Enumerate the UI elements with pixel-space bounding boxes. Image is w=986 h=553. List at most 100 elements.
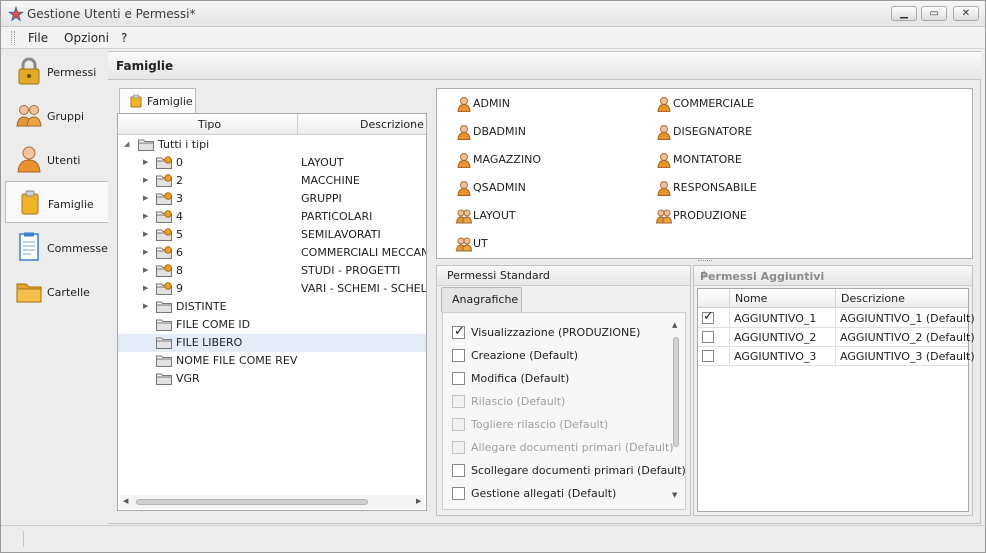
tree-descrizione: PARTICOLARI: [301, 210, 373, 223]
check-icon: ✓: [703, 309, 714, 324]
expand-icon[interactable]: ▶: [143, 158, 148, 166]
expand-icon[interactable]: ▶: [143, 176, 148, 184]
expand-icon[interactable]: ▶: [143, 284, 148, 292]
tree-row[interactable]: ▶ 8 STUDI - PROGETTI: [118, 262, 426, 280]
scroll-thumb[interactable]: [673, 337, 679, 447]
tree-row[interactable]: ▶ DISTINTE: [118, 298, 426, 316]
tree-row[interactable]: ▶ 9 VARI - SCHEMI - SCHELETRI: [118, 280, 426, 298]
scroll-thumb[interactable]: [136, 499, 368, 505]
tree-row[interactable]: ▶ 0 LAYOUT: [118, 154, 426, 172]
checkbox[interactable]: [702, 350, 714, 362]
descrizione-cell: AGGIUNTIVO_3 (Default): [836, 347, 975, 366]
table-row[interactable]: AGGIUNTIVO_3 AGGIUNTIVO_3 (Default): [698, 347, 975, 366]
menu-file[interactable]: File: [28, 31, 48, 45]
family-folder-icon: [156, 264, 172, 277]
checkbox[interactable]: [452, 349, 465, 362]
close-button[interactable]: ✕: [953, 6, 979, 21]
permission-label: Modifica (Default): [471, 372, 570, 385]
checkbox[interactable]: [702, 331, 714, 343]
tree-row[interactable]: ▶ 3 GRUPPI: [118, 190, 426, 208]
user-label: QSADMIN: [473, 181, 526, 194]
menu-grip[interactable]: [11, 31, 15, 45]
check-cell[interactable]: ✓: [698, 309, 730, 328]
column-header-nome[interactable]: Nome: [730, 289, 836, 308]
expand-icon[interactable]: ▶: [143, 212, 148, 220]
nav-item-gruppi[interactable]: Gruppi: [5, 94, 108, 136]
tab-famiglie[interactable]: Famiglie: [119, 88, 196, 114]
horizontal-scrollbar[interactable]: ◀ ▶: [120, 495, 424, 509]
expand-icon[interactable]: ▶: [143, 302, 148, 310]
checkbox: [452, 441, 465, 454]
expand-icon[interactable]: ▶: [143, 248, 148, 256]
tree-tipo: FILE COME ID: [176, 318, 251, 331]
scroll-up-icon[interactable]: ▲: [672, 321, 677, 329]
expand-icon[interactable]: ▶: [143, 230, 148, 238]
user-label: PRODUZIONE: [673, 209, 747, 222]
tree-tipo: 2: [176, 174, 183, 187]
vertical-scrollbar[interactable]: ▲ ▼: [670, 321, 682, 501]
folder-icon: [16, 283, 42, 303]
column-header-tipo[interactable]: Tipo: [118, 114, 298, 135]
checkbox[interactable]: [452, 464, 465, 477]
checkbox[interactable]: [452, 372, 465, 385]
table-row[interactable]: AGGIUNTIVO_2 AGGIUNTIVO_2 (Default): [698, 328, 975, 347]
tree-row[interactable]: ▶ 4 PARTICOLARI: [118, 208, 426, 226]
nav-item-permessi[interactable]: Permessi: [5, 50, 108, 92]
family-folder-icon: [156, 192, 172, 205]
pin-icon[interactable]: ⊥: [700, 270, 708, 280]
scroll-down-icon[interactable]: ▼: [672, 491, 677, 499]
tab-anagrafiche[interactable]: Anagrafiche: [441, 287, 522, 312]
group-icon: [456, 237, 472, 252]
checkbox[interactable]: [452, 487, 465, 500]
permission-label: Scollegare documenti primari (Default): [471, 464, 686, 477]
group-icon: [456, 209, 472, 224]
expanded-icon[interactable]: ◢: [124, 140, 129, 148]
cell-text: AGGIUNTIVO_2: [734, 331, 817, 344]
nav-item-commesse[interactable]: Commesse: [5, 226, 108, 268]
tree-row[interactable]: NOME FILE COME REV: [118, 352, 426, 370]
tree-row[interactable]: ▶ 6 COMMERCIALI MECCANICI: [118, 244, 426, 262]
column-header-check[interactable]: [698, 289, 730, 308]
maximize-button[interactable]: ▭: [921, 6, 947, 21]
family-folder-icon: [156, 228, 172, 241]
nome-cell: AGGIUNTIVO_1: [730, 309, 836, 328]
nav-item-utenti[interactable]: Utenti: [5, 138, 108, 180]
column-header-descrizione[interactable]: Descrizione: [836, 289, 968, 308]
tree-row[interactable]: FILE COME ID: [118, 316, 426, 334]
table-row[interactable]: ✓ AGGIUNTIVO_1 AGGIUNTIVO_1 (Default): [698, 309, 975, 328]
check-cell[interactable]: [698, 328, 730, 347]
tree-tipo: FILE LIBERO: [176, 336, 243, 349]
nav-item-cartelle[interactable]: Cartelle: [5, 270, 108, 312]
expand-icon[interactable]: ▶: [143, 194, 148, 202]
check-cell[interactable]: [698, 347, 730, 366]
splitter-grip[interactable]: [698, 260, 712, 263]
nav-label: Famiglie: [48, 198, 94, 211]
permission-label: Rilascio (Default): [471, 395, 566, 408]
scroll-right-icon[interactable]: ▶: [416, 497, 421, 505]
checkbox[interactable]: ✓: [702, 309, 714, 324]
permessi-aggiuntivi-grid: Nome Descrizione ✓ AGGIUNTIVO_1 AGGIUNTIVO…: [697, 288, 975, 512]
title-bar[interactable]: Gestione Utenti e Permessi* ▁ ▭ ✕: [1, 1, 985, 27]
user-label: UT: [473, 237, 488, 250]
nav-item-famiglie[interactable]: Famiglie: [5, 181, 108, 223]
descrizione-cell: AGGIUNTIVO_1 (Default): [836, 309, 975, 328]
minimize-button[interactable]: ▁: [891, 6, 917, 21]
permission-label: Togliere rilascio (Default): [471, 418, 609, 431]
tree-root-row[interactable]: ◢ Tutti i tipi: [118, 136, 426, 154]
tree-row[interactable]: ▶ 5 SEMILAVORATI: [118, 226, 426, 244]
families-tree[interactable]: Tipo Descrizione ◢ Tutti i tipi ▶ 0 LAYOUT ▶ 2…: [117, 113, 427, 511]
tab-label: Famiglie: [147, 95, 193, 108]
cell-text: AGGIUNTIVO_2 (Default): [840, 331, 975, 344]
menu-help[interactable]: ?: [121, 31, 127, 45]
tree-row[interactable]: VGR: [118, 370, 426, 388]
families-icon: [130, 94, 142, 108]
expand-icon[interactable]: ▶: [143, 266, 148, 274]
tree-row[interactable]: ▶ 2 MACCHINE: [118, 172, 426, 190]
cell-text: AGGIUNTIVO_3: [734, 350, 817, 363]
tree-descrizione: LAYOUT: [301, 156, 344, 169]
menu-opzioni[interactable]: Opzioni: [64, 31, 109, 45]
scroll-left-icon[interactable]: ◀: [123, 497, 128, 505]
tree-row[interactable]: FILE LIBERO: [118, 334, 426, 352]
checkbox[interactable]: ✓: [452, 324, 465, 339]
permessi-standard-panel: Permessi Standard Anagrafiche ✓ Visualizz…: [436, 265, 691, 516]
